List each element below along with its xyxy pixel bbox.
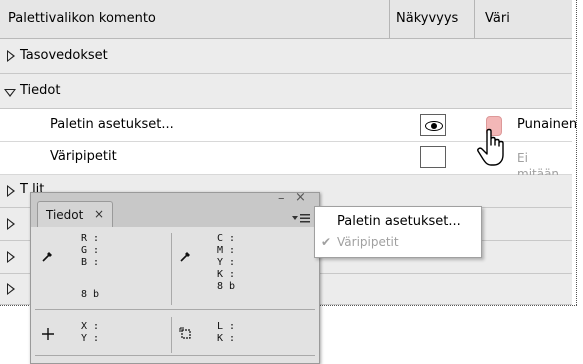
panel-divider bbox=[35, 355, 315, 356]
header-divider bbox=[474, 0, 475, 38]
info-panel[interactable]: – × Tiedot × R : G : B : 8 b C : M : Y :… bbox=[30, 190, 320, 364]
cmyk-y-label: Y : bbox=[217, 257, 236, 268]
panel-divider bbox=[35, 309, 315, 310]
row-label: Tiedot bbox=[20, 83, 61, 98]
row-tasovedokset[interactable]: Tasovedokset bbox=[0, 39, 572, 74]
eye-icon bbox=[425, 121, 443, 131]
expand-arrow-icon[interactable] bbox=[7, 185, 15, 197]
expand-arrow-icon[interactable] bbox=[7, 283, 15, 295]
menu-item-varipipetit[interactable]: Väripipetit bbox=[337, 235, 399, 249]
k-label: K : bbox=[217, 333, 236, 344]
header-divider bbox=[389, 0, 390, 38]
visibility-toggle[interactable] bbox=[420, 146, 446, 168]
tab-tiedot[interactable]: Tiedot × bbox=[37, 201, 113, 230]
cmyk-c-label: C : bbox=[217, 233, 236, 244]
expand-arrow-icon[interactable] bbox=[7, 218, 15, 230]
rgb-g-label: G : bbox=[81, 245, 100, 256]
crosshair-icon bbox=[41, 327, 55, 345]
expand-arrow-icon[interactable] bbox=[7, 50, 15, 62]
rgb-r-label: R : bbox=[81, 233, 100, 244]
rgb-bitdepth: 8 b bbox=[81, 289, 100, 300]
cmyk-bitdepth: 8 b bbox=[217, 281, 236, 292]
frame-border bbox=[576, 0, 577, 305]
tab-close-icon[interactable]: × bbox=[94, 207, 104, 221]
checkmark-icon: ✔ bbox=[321, 235, 332, 249]
eyedropper-icon bbox=[179, 249, 193, 267]
tab-label: Tiedot bbox=[46, 208, 84, 222]
eyedropper-icon bbox=[41, 249, 55, 267]
hand-cursor-icon bbox=[477, 128, 504, 166]
row-label: Väripipetit bbox=[50, 149, 117, 164]
row-label: Tasovedokset bbox=[20, 48, 108, 63]
y-label: Y : bbox=[81, 333, 100, 344]
panel-content: R : G : B : 8 b C : M : Y : K : 8 b X : … bbox=[31, 227, 319, 363]
header-command: Palettivalikon komento bbox=[8, 11, 156, 26]
panel-flyout-menu[interactable]: Paletin asetukset... ✔ Väripipetit bbox=[314, 206, 482, 258]
panel-close-button[interactable]: × bbox=[295, 190, 306, 205]
cmyk-m-label: M : bbox=[217, 245, 236, 256]
collapse-arrow-icon[interactable] bbox=[4, 89, 16, 97]
panel-divider bbox=[171, 317, 172, 353]
header-visibility: Näkyvyys bbox=[396, 11, 459, 26]
selection-size-icon bbox=[179, 327, 193, 345]
row-tiedot[interactable]: Tiedot bbox=[0, 74, 572, 109]
table-header: Palettivalikon komento Näkyvyys Väri bbox=[0, 0, 572, 39]
rgb-b-label: B : bbox=[81, 257, 100, 268]
x-label: X : bbox=[81, 321, 100, 332]
l-label: L : bbox=[217, 321, 236, 332]
header-color: Väri bbox=[485, 11, 510, 26]
visibility-toggle[interactable] bbox=[420, 114, 446, 136]
menu-item-paletin-asetukset[interactable]: Paletin asetukset... bbox=[337, 214, 461, 229]
expand-arrow-icon[interactable] bbox=[7, 251, 15, 263]
minimize-button[interactable]: – bbox=[278, 191, 285, 206]
row-label: Paletin asetukset... bbox=[50, 117, 174, 132]
color-label: Punainen bbox=[517, 117, 578, 132]
panel-tabbar: – × Tiedot × bbox=[31, 190, 319, 230]
cmyk-k-label: K : bbox=[217, 269, 236, 280]
panel-menu-icon[interactable] bbox=[289, 211, 315, 225]
panel-divider bbox=[171, 233, 172, 305]
